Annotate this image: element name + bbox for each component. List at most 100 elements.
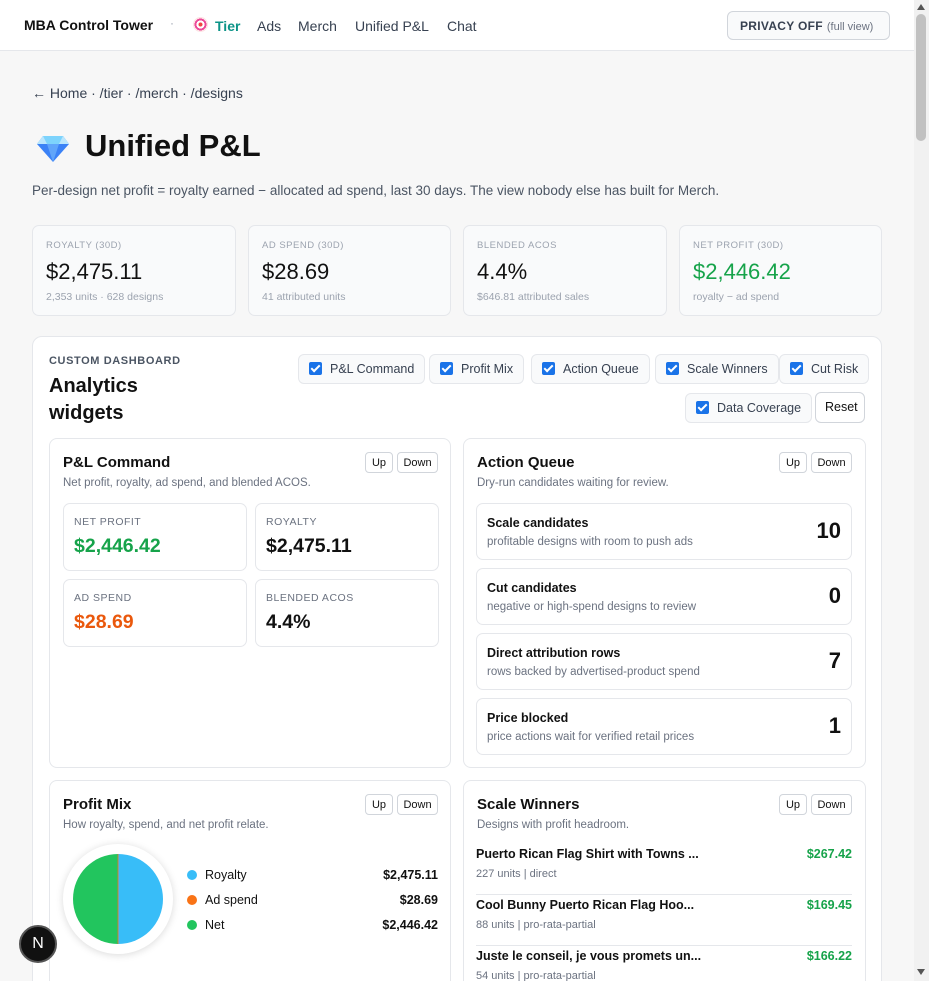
toggle-label: Scale Winners [687,362,768,376]
reset-button[interactable]: Reset [815,392,865,423]
legend-label: Net [205,918,225,932]
queue-item-scale[interactable]: Scale candidates profitable designs with… [476,503,852,560]
move-down-button[interactable]: Down [811,794,852,815]
stat-value: 4.4% [477,259,528,284]
queue-item-count: 10 [816,518,841,543]
widget-title: P&L Command [63,454,171,471]
toggle-pl-command[interactable]: P&L Command [298,354,426,384]
toggle-profit-mix[interactable]: Profit Mix [429,354,525,384]
stat-value: $2,446.42 [693,259,791,284]
queue-item-count: 1 [828,713,841,738]
list-item[interactable]: Puerto Rican Flag Shirt with Towns ... 2… [476,847,852,895]
kpi-ad-spend: AD SPEND $28.69 [63,579,247,647]
widget-title: Profit Mix [63,796,132,813]
nav-unified-pl[interactable]: Unified P&L [355,18,429,34]
checkbox-checked-icon[interactable] [542,362,555,375]
queue-item-desc: profitable designs with room to push ads [487,536,693,548]
toggle-data-coverage[interactable]: Data Coverage [685,393,813,423]
checkbox-checked-icon[interactable] [696,401,709,414]
widget-action-queue: Action Queue Dry-run candidates waiting … [463,438,866,768]
legend-value: $2,446.42 [382,918,438,932]
stat-label: ROYALTY (30D) [46,240,122,251]
widget-scale-winners: Scale Winners Designs with profit headro… [463,780,866,981]
stat-card-ad-spend: AD SPEND (30D) $28.69 41 attributed unit… [248,225,451,316]
move-down-button[interactable]: Down [397,794,438,815]
queue-item-desc: price actions wait for verified retail p… [487,731,695,743]
toggle-label: Data Coverage [717,401,802,415]
queue-item-desc: rows backed by advertised-product spend [487,666,700,678]
nav-ads[interactable]: Ads [257,18,281,34]
toggle-action-queue[interactable]: Action Queue [531,354,650,384]
legend-label: Royalty [205,868,247,882]
brand-name[interactable]: MBA Control Tower [24,17,153,33]
toggle-cut-risk[interactable]: Cut Risk [779,354,870,384]
list-item[interactable]: Cool Bunny Puerto Rican Flag Hoo... 88 u… [476,898,852,946]
legend-dot [187,895,197,905]
design-meta: 54 units | pro-rata-partial [476,970,596,981]
list-item[interactable]: Juste le conseil, je vous promets un... … [476,949,852,981]
legend-dot [187,870,197,880]
kpi-value: $2,446.42 [74,535,161,557]
widget-description: How royalty, spend, and net profit relat… [63,819,269,831]
queue-item-price-blocked[interactable]: Price blocked price actions wait for ver… [476,698,852,755]
move-down-button[interactable]: Down [811,452,852,473]
stat-value: $2,475.11 [46,259,143,284]
design-title: Cool Bunny Puerto Rican Flag Hoo... [476,898,695,912]
stat-card-net-profit: NET PROFIT (30D) $2,446.42 royalty − ad … [679,225,882,316]
queue-item-count: 7 [828,648,841,673]
move-up-button[interactable]: Up [365,794,393,815]
design-title: Juste le conseil, je vous promets un... [476,949,702,963]
legend-item-royalty: Royalty [187,868,247,882]
move-up-button[interactable]: Up [779,794,807,815]
toggle-scale-winners[interactable]: Scale Winners [655,354,779,384]
legend-label: Ad spend [205,893,258,907]
privacy-label: PRIVACY OFF [740,19,823,33]
scroll-down-arrow-icon[interactable] [917,969,925,975]
toggle-label: P&L Command [330,362,415,376]
nextjs-dev-badge[interactable]: N [19,925,57,963]
nav-chat[interactable]: Chat [447,18,477,34]
kpi-blended-acos: BLENDED ACOS 4.4% [255,579,439,647]
scrollbar[interactable] [914,0,929,981]
breadcrumb[interactable]: ← Home · /tier · /merch · /designs [32,85,243,101]
dashboard-eyebrow: CUSTOM DASHBOARD [49,355,181,367]
queue-item-direct-attribution[interactable]: Direct attribution rows rows backed by a… [476,633,852,690]
dashboard-title: Analytics widgets [49,375,138,424]
privacy-toggle-button[interactable]: PRIVACY OFF (full view) [727,11,890,40]
checkbox-checked-icon[interactable] [440,362,453,375]
legend-value: $28.69 [399,893,438,907]
toggle-label: Cut Risk [811,362,859,376]
legend-item-net: Net [187,918,224,932]
privacy-sub-label: (full view) [826,21,874,33]
legend-item-ad-spend: Ad spend [187,893,258,907]
nav-merch[interactable]: Merch [298,18,337,34]
move-up-button[interactable]: Up [365,452,393,473]
target-icon [193,17,208,32]
queue-item-count: 0 [828,583,841,608]
checkbox-checked-icon[interactable] [309,362,322,375]
stat-label: NET PROFIT (30D) [693,240,784,251]
pie-slice-net [73,854,118,944]
stat-card-blended-acos: BLENDED ACOS 4.4% $646.81 attributed sal… [463,225,667,316]
pie-slice-royalty [118,854,163,944]
widget-description: Designs with profit headroom. [477,819,630,831]
kpi-value: 4.4% [266,611,311,633]
stat-sub: $646.81 attributed sales [477,291,590,303]
scroll-thumb[interactable] [916,14,926,141]
kpi-label: NET PROFIT [74,516,142,528]
nav-separator: · [170,16,174,30]
stat-value: $28.69 [262,259,330,284]
widget-description: Dry-run candidates waiting for review. [477,477,669,489]
widget-title: Action Queue [477,454,575,471]
nav-tier[interactable]: Tier [215,18,240,34]
move-up-button[interactable]: Up [779,452,807,473]
kpi-value: $2,475.11 [266,535,352,557]
checkbox-checked-icon[interactable] [790,362,803,375]
legend-value: $2,475.11 [383,868,438,882]
move-down-button[interactable]: Down [397,452,438,473]
scroll-up-arrow-icon[interactable] [917,4,925,10]
queue-item-cut[interactable]: Cut candidates negative or high-spend de… [476,568,852,625]
queue-item-title: Price blocked [487,711,569,725]
widget-description: Net profit, royalty, ad spend, and blend… [63,477,311,489]
checkbox-checked-icon[interactable] [666,362,679,375]
